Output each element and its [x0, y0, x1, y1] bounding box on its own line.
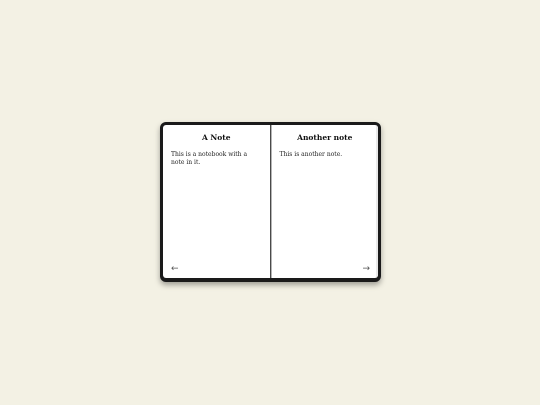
right-note-title: Another note — [297, 133, 353, 142]
notebook-spread: A Note This is a notebook with a note in… — [163, 125, 378, 278]
left-note-title: A Note — [201, 133, 231, 142]
arrow-right-icon[interactable]: → — [362, 265, 370, 274]
notebook: A Note This is a notebook with a note in… — [160, 122, 381, 282]
right-note-body: This is another note. — [279, 151, 343, 158]
left-page: A Note This is a notebook with a note in… — [163, 125, 271, 278]
app-stage: A Note This is a notebook with a note in… — [0, 0, 540, 405]
left-note-body: This is a notebook with a note in it. — [171, 151, 248, 167]
right-page: Another note This is another note. → — [270, 125, 379, 278]
arrow-left-icon[interactable]: ← — [171, 265, 179, 274]
